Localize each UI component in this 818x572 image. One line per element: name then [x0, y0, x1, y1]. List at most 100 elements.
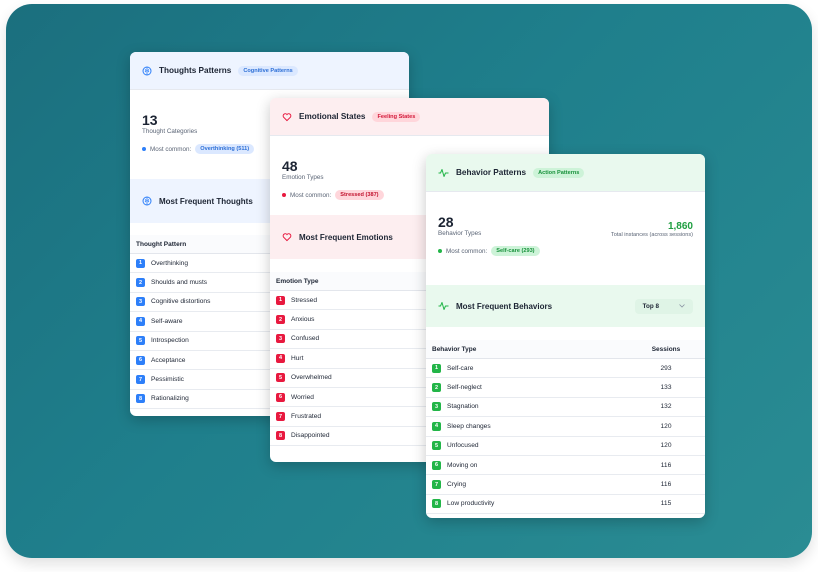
behaviors-card: Behavior Patterns Action Patterns 28 Beh…	[426, 154, 705, 518]
rank-badge: 5	[276, 373, 285, 383]
emotions-title: Emotional States	[299, 112, 366, 121]
thoughts-section-title: Most Frequent Thoughts	[159, 196, 253, 206]
item-label: Stressed	[291, 296, 318, 304]
rank-badge: 5	[136, 336, 145, 346]
behaviors-section-header: Most Frequent Behaviors Top 8	[426, 285, 705, 327]
item-label: Unfocused	[447, 442, 479, 450]
item-label: Self-care	[447, 364, 474, 372]
brain-icon	[142, 66, 152, 76]
item-label: Self-neglect	[447, 384, 482, 392]
emotions-most-common-label: Most common:	[290, 191, 332, 199]
behaviors-list: 1 Self-care 293 2 Self-neglect 133 3 Stagnation…	[426, 359, 705, 515]
rank-badge: 3	[136, 297, 145, 307]
item-label: Pessimistic	[151, 376, 184, 384]
behaviors-total-label: Total instances (across sessions)	[610, 232, 693, 238]
behaviors-section-title: Most Frequent Behaviors	[456, 301, 553, 311]
top-count-dropdown[interactable]: Top 8	[634, 298, 693, 314]
sessions-value: 133	[660, 384, 672, 392]
item-label: Confused	[291, 335, 320, 343]
behaviors-most-common: Most common: Self-care (293)	[438, 246, 693, 256]
list-item[interactable]: 6 Moving on 116	[426, 456, 705, 476]
list-item[interactable]: 3 Stagnation 132	[426, 398, 705, 418]
rank-badge: 2	[432, 383, 441, 393]
behaviors-column-label: Behavior Type	[432, 345, 477, 353]
item-label: Overwhelmed	[291, 374, 332, 382]
list-item[interactable]: 1 Self-care 293	[426, 359, 705, 379]
sessions-value: 120	[660, 422, 672, 430]
sessions-column-label: Sessions	[651, 345, 681, 353]
item-label: Rationalizing	[151, 395, 189, 403]
sessions-value: 132	[660, 403, 672, 411]
rank-badge: 5	[432, 441, 441, 451]
item-label: Hurt	[291, 354, 304, 362]
item-label: Crying	[447, 481, 467, 489]
rank-badge: 8	[136, 394, 145, 404]
item-label: Worried	[291, 393, 314, 401]
brain-icon	[142, 196, 152, 206]
activity-icon	[438, 301, 449, 311]
behaviors-header: Behavior Patterns Action Patterns	[426, 154, 705, 192]
chevron-down-icon	[679, 304, 685, 308]
item-label: Anxious	[291, 316, 315, 324]
red-dot-icon	[282, 193, 286, 197]
rank-badge: 6	[136, 355, 145, 365]
emotions-most-common-badge: Stressed (387)	[335, 190, 384, 200]
behaviors-most-common-label: Most common:	[446, 247, 488, 255]
rank-badge: 4	[432, 421, 441, 431]
item-label: Acceptance	[151, 356, 186, 364]
behaviors-title: Behavior Patterns	[456, 168, 527, 177]
thoughts-title: Thoughts Patterns	[159, 66, 232, 75]
item-label: Frustrated	[291, 413, 322, 421]
rank-badge: 1	[432, 363, 441, 373]
rank-badge: 3	[432, 402, 441, 412]
thoughts-column-label: Thought Pattern	[136, 240, 187, 248]
item-label: Disappointed	[291, 432, 330, 440]
activity-icon	[438, 168, 449, 178]
item-label: Sleep changes	[447, 422, 491, 430]
emotions-column-label: Emotion Type	[276, 277, 319, 285]
rank-badge: 8	[432, 499, 441, 509]
rank-badge: 7	[276, 412, 285, 422]
blue-dot-icon	[142, 147, 146, 151]
heart-icon	[282, 232, 292, 242]
behaviors-summary: 28 Behavior Types 1,860 Total instances …	[426, 192, 705, 271]
list-item[interactable]: 2 Self-neglect 133	[426, 378, 705, 398]
behaviors-total: 1,860 Total instances (across sessions)	[611, 221, 693, 238]
rank-badge: 6	[276, 392, 285, 402]
behaviors-column-header[interactable]: Behavior Type Sessions	[426, 340, 705, 359]
emotions-header: Emotional States Feeling States	[270, 98, 549, 136]
item-label: Low productivity	[447, 500, 495, 508]
list-item[interactable]: 5 Unfocused 120	[426, 437, 705, 456]
behaviors-most-common-badge: Self-care (293)	[491, 246, 540, 256]
background-panel: Thoughts Patterns Cognitive Patterns 1 3 …	[6, 4, 812, 558]
rank-badge: 6	[432, 460, 441, 470]
rank-badge: 8	[276, 431, 285, 441]
rank-badge: 2	[136, 278, 145, 288]
behaviors-total-value: 1,860	[667, 221, 693, 232]
list-item[interactable]: 7 Crying 116	[426, 475, 705, 495]
item-label: Introspection	[151, 337, 189, 345]
thoughts-most-common-badge: Overthinking (511)	[195, 144, 255, 154]
item-label: Cognitive distortions	[151, 298, 211, 306]
behaviors-tag: Action Patterns	[533, 167, 585, 178]
rank-badge: 4	[136, 316, 145, 326]
rank-badge: 7	[432, 480, 441, 490]
sessions-value: 120	[660, 442, 672, 450]
thoughts-most-common-label: Most common:	[150, 145, 192, 153]
thoughts-header: Thoughts Patterns Cognitive Patterns	[130, 52, 409, 90]
rank-badge: 1	[136, 258, 145, 268]
list-item[interactable]: 4 Sleep changes 120	[426, 417, 705, 437]
item-label: Moving on	[447, 461, 478, 469]
item-label: Self-aware	[151, 317, 183, 325]
sessions-value: 293	[660, 364, 672, 372]
emotions-tag: Feeling States	[372, 111, 421, 122]
rank-badge: 2	[276, 315, 285, 325]
thoughts-tag: Cognitive Patterns	[238, 65, 298, 76]
item-label: Overthinking	[151, 259, 189, 267]
sessions-value: 116	[660, 461, 672, 469]
green-dot-icon	[438, 249, 442, 253]
list-item[interactable]: 8 Low productivity 115	[426, 495, 705, 515]
rank-badge: 4	[276, 353, 285, 363]
rank-badge: 3	[276, 334, 285, 344]
item-label: Shoulds and musts	[151, 279, 208, 287]
